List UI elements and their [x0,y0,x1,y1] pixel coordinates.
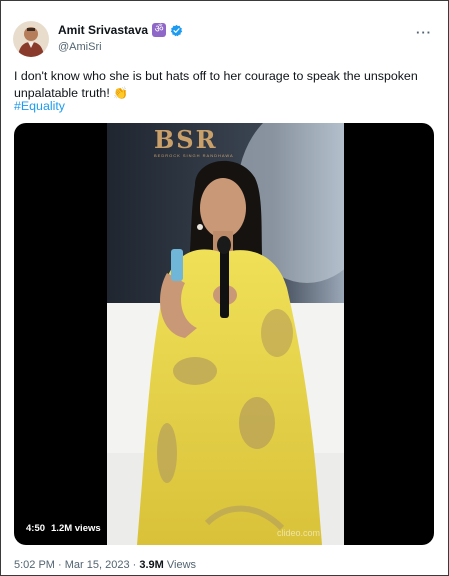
tweet-card: Amit Srivastava ॐ @AmiSri ··· I don't kn… [0,0,449,576]
author-avatar[interactable] [13,21,49,57]
tweet-text: I don't know who she is but hats off to … [14,68,434,102]
tweet-timestamp[interactable]: 5:02 PM · Mar 15, 2023 · [14,559,136,571]
video-stats: 4:50 1.2M views [26,523,101,534]
tweet-views-count: 3.9M [139,559,164,571]
event-brand-subtitle: BEDROCK SINGH RANDHAWA [154,153,234,158]
video-watermark: clideo.com [277,528,321,538]
video-frame [107,123,344,545]
person-avatar-icon [13,21,49,57]
tweet-views-label: Views [166,559,197,571]
hashtag-link[interactable]: #Equality [14,99,65,113]
video-still-image [107,123,344,545]
video-views: 1.2M views [51,523,101,534]
event-brand-logo: BSR [154,125,218,154]
tweet-header: Amit Srivastava ॐ @AmiSri ··· [13,15,438,59]
author-handle[interactable]: @AmiSri [58,41,183,53]
video-player[interactable]: BSR BEDROCK SINGH RANDHAWA clideo.com 4:… [14,123,434,545]
tweet-body: I don't know who she is but hats off to … [14,69,418,100]
video-duration: 4:50 [26,523,46,534]
clapping-hands-icon: 👏 [113,86,129,100]
author-info: Amit Srivastava ॐ @AmiSri [58,22,183,53]
author-display-name[interactable]: Amit Srivastava [58,23,148,37]
om-badge-icon: ॐ [152,23,167,37]
verified-badge-icon [170,24,183,36]
more-options-icon[interactable]: ··· [416,25,432,40]
tweet-meta: 5:02 PM · Mar 15, 2023 · 3.9M Views [14,559,196,571]
